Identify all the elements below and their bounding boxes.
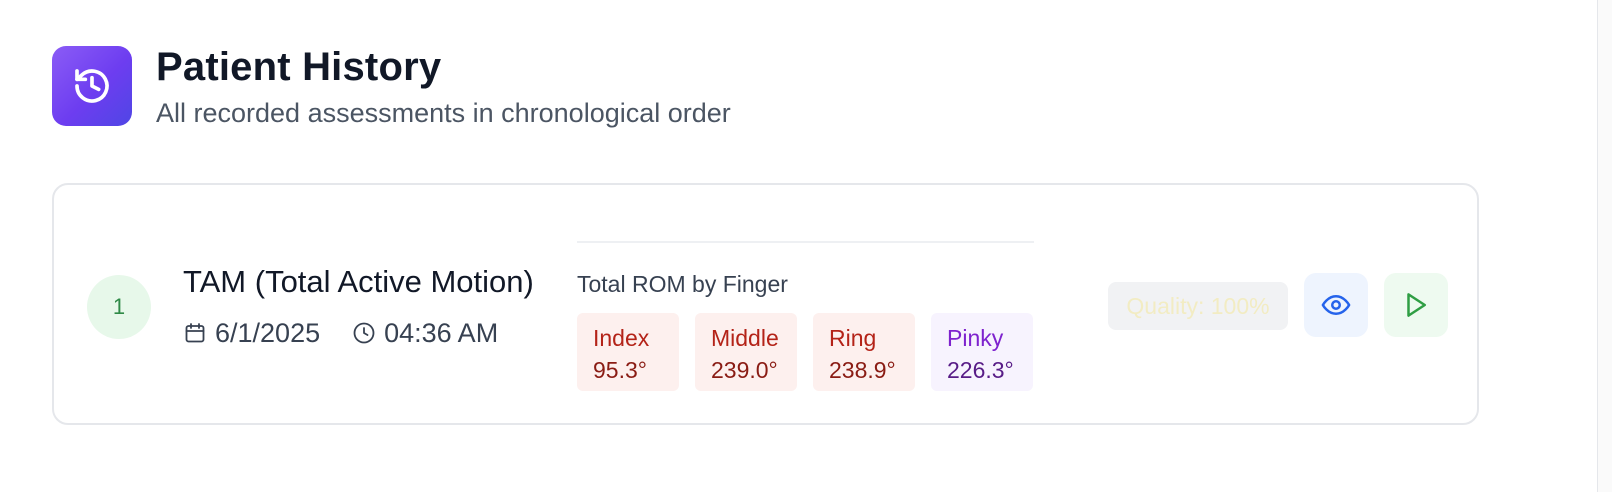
history-icon	[75, 69, 109, 103]
calendar-icon	[183, 321, 207, 345]
page-header: Patient History All recorded assessments…	[52, 44, 731, 130]
finger-chip-middle: Middle 239.0°	[695, 313, 797, 391]
assessment-date-text: 6/1/2025	[215, 318, 321, 348]
finger-value: 239.0°	[711, 357, 778, 383]
rom-divider	[577, 241, 1034, 243]
finger-chip-index: Index 95.3°	[577, 313, 679, 391]
finger-value: 238.9°	[829, 357, 896, 383]
quality-badge: Quality: 100%	[1108, 282, 1288, 330]
assessment-time-text: 04:36 AM	[384, 318, 499, 348]
rom-label: Total ROM by Finger	[577, 271, 788, 297]
eye-icon	[1321, 295, 1351, 315]
replay-assessment-button[interactable]	[1384, 273, 1448, 337]
patient-history-page: Patient History All recorded assessments…	[0, 0, 1612, 492]
finger-name: Middle	[711, 325, 779, 351]
clock-icon	[352, 321, 376, 345]
finger-rom-list: Index 95.3° Middle 239.0° Ring 238.9° Pi…	[577, 313, 1034, 391]
finger-value: 226.3°	[947, 357, 1014, 383]
finger-name: Index	[593, 325, 650, 351]
view-assessment-button[interactable]	[1304, 273, 1368, 337]
finger-chip-ring: Ring 238.9°	[813, 313, 915, 391]
assessment-meta: 6/1/2025 04:36 AM	[183, 316, 498, 350]
page-title: Patient History	[156, 45, 442, 89]
assessment-date: 6/1/2025	[183, 316, 320, 350]
scrollbar-track[interactable]	[1597, 0, 1612, 492]
header-text: Patient History All recorded assessments…	[156, 44, 731, 130]
assessment-card[interactable]: 1 TAM (Total Active Motion) 6/1/2025 04:…	[52, 183, 1479, 425]
assessment-index-badge: 1	[87, 275, 151, 339]
page-subtitle: All recorded assessments in chronologica…	[156, 98, 731, 128]
assessment-title: TAM (Total Active Motion)	[183, 264, 534, 299]
rom-section: Total ROM by Finger Index 95.3° Middle 2…	[577, 241, 1034, 391]
play-icon	[1407, 293, 1426, 317]
history-icon-tile	[52, 46, 132, 126]
finger-name: Pinky	[947, 325, 1004, 351]
finger-chip-pinky: Pinky 226.3°	[931, 313, 1033, 391]
finger-value: 95.3°	[593, 357, 647, 383]
assessment-time: 04:36 AM	[352, 316, 498, 350]
finger-name: Ring	[829, 325, 877, 351]
